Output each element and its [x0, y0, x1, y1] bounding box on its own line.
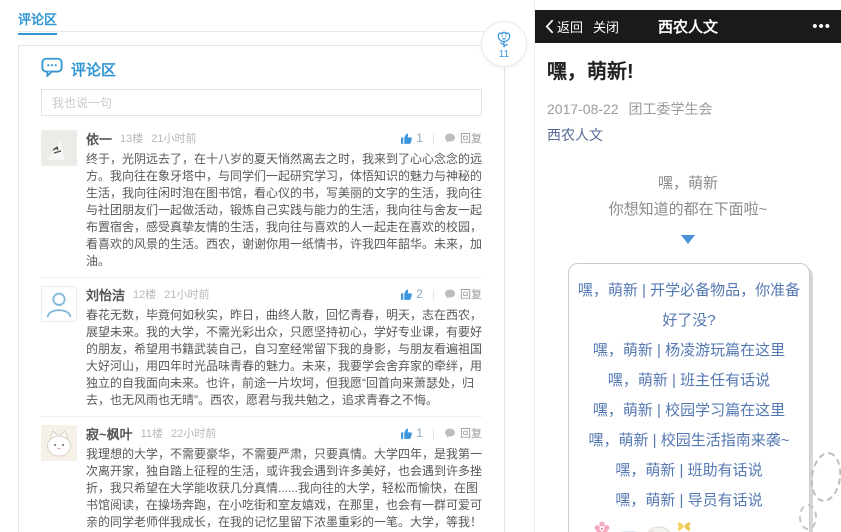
comment-card: 评论区 依一 13楼 21小时前 1	[18, 45, 505, 532]
speech-bubble-icon	[41, 57, 63, 81]
article-intro: 嘿，萌新 你想知道的都在下面啦~	[547, 171, 829, 223]
pink-flower-icon	[594, 521, 610, 532]
comment-floor: 11楼	[140, 428, 164, 440]
reply-bubble-icon	[445, 133, 455, 143]
comment-time: 21小时前	[151, 133, 197, 145]
flower-icon	[497, 31, 511, 47]
avatar	[41, 286, 77, 322]
dashed-doodle-icon	[799, 504, 817, 530]
comment-row: 寂~枫叶 11楼 22小时前 1 | 回复 我理想的大学，不需要豪华，不需要严肃…	[41, 417, 482, 532]
comment-text: 终于，光阴远去了，在十八岁的夏天悄然离去之时，我来到了心心念念的远方。我向往在象…	[86, 152, 483, 268]
thumb-up-icon	[401, 289, 413, 300]
article-link[interactable]: 嘿，萌新 | 杨凌游玩篇在这里	[577, 336, 801, 366]
article-meta: 2017-08-22 团工委学生会	[547, 99, 829, 119]
thumb-up-icon	[401, 133, 413, 144]
comment-text: 春花无数，毕竟何如秋实，昨日，曲终人散，回忆青春，明天，志在西农，展望未来。我的…	[86, 308, 483, 407]
comment-row: 刘怡洁 12楼 21小时前 2 | 回复 春花无数，毕竟何如秋实，昨日，曲终人散…	[41, 278, 482, 417]
nav-close-button[interactable]: 关闭	[593, 17, 619, 36]
article-body: 嘿，萌新! 2017-08-22 团工委学生会 西农人文 嘿，萌新 你想知道的都…	[535, 0, 841, 532]
like-count: 1	[416, 131, 423, 145]
tab-comments[interactable]: 评论区	[18, 9, 58, 35]
like-button[interactable]: 2	[400, 287, 423, 301]
triangle-down-icon	[681, 235, 695, 244]
like-button[interactable]: 1	[400, 131, 423, 145]
thumb-up-icon	[401, 428, 413, 439]
comment-author: 刘怡洁	[86, 287, 126, 303]
badge-count: 11	[498, 48, 510, 60]
comment-time: 22小时前	[171, 428, 217, 440]
account-link[interactable]: 西农人文	[547, 125, 829, 145]
reply-button[interactable]: 回复	[444, 130, 482, 146]
reply-label: 回复	[460, 428, 482, 440]
nav-back-button[interactable]: 返回	[545, 17, 583, 36]
article-link[interactable]: 嘿，萌新 | 校园学习篇在这里	[577, 396, 801, 426]
like-count: 2	[416, 287, 423, 301]
tab-divider	[18, 31, 505, 32]
reply-bubble-icon	[445, 289, 455, 299]
comment-time: 21小时前	[164, 289, 210, 301]
sheep-icon	[648, 526, 670, 532]
comment-row: 依一 13楼 21小时前 1 | 回复 终于，光阴远去了，在十八岁的夏天悄然离去…	[41, 122, 482, 278]
article-link[interactable]: 嘿，萌新 | 校园生活指南来袭~	[577, 426, 801, 456]
reply-label: 回复	[460, 289, 482, 301]
mobile-navbar: 西农人文 返回 关闭 •••	[535, 10, 841, 43]
comment-card-title: 评论区	[71, 61, 117, 79]
article-link[interactable]: 嘿，萌新 | 导员有话说	[577, 486, 801, 516]
comment-author: 依一	[86, 131, 113, 147]
comment-card-header: 评论区	[41, 57, 482, 81]
article-link-box: 嘿，萌新 | 开学必备物品，你准备好了没? 嘿，萌新 | 杨凌游玩篇在这里 嘿，…	[568, 263, 810, 532]
comment-input[interactable]	[41, 89, 482, 116]
like-count: 1	[416, 426, 423, 440]
article-link[interactable]: 嘿，萌新 | 班主任有话说	[577, 366, 801, 396]
comment-author: 寂~枫叶	[86, 426, 133, 442]
flower-like-badge[interactable]: 11	[481, 21, 527, 67]
comment-floor: 13楼	[120, 133, 144, 145]
comment-floor: 12楼	[133, 289, 157, 301]
like-button[interactable]: 1	[400, 426, 423, 440]
decoration-row	[577, 519, 801, 532]
reply-button[interactable]: 回复	[444, 286, 482, 302]
article-author: 团工委学生会	[628, 101, 713, 117]
mobile-article-panel: 西农人文 返回 关闭 ••• 嘿，萌新! 2017-08-22 团工委学生会 西…	[534, 0, 841, 532]
reply-bubble-icon	[445, 428, 455, 438]
article-title: 嘿，萌新!	[547, 61, 634, 83]
reply-label: 回复	[460, 133, 482, 145]
comments-panel: 评论区 评论区 我也说一句 依一 13楼 21小时前 1 | 回复 终于，光阴远…	[0, 0, 516, 532]
article-link[interactable]: 嘿，萌新 | 开学必备物品，你准备好了没?	[577, 276, 801, 336]
back-chevron-icon	[545, 19, 554, 34]
reply-button[interactable]: 回复	[444, 425, 482, 441]
more-menu-icon[interactable]: •••	[812, 18, 831, 35]
avatar	[41, 425, 77, 461]
article-date: 2017-08-22	[547, 101, 619, 117]
article-link[interactable]: 嘿，萌新 | 班助有话说	[577, 456, 801, 486]
avatar	[41, 130, 77, 166]
nav-back-label: 返回	[557, 20, 584, 35]
intro-line-1: 嘿，萌新	[657, 175, 718, 192]
comment-text: 我理想的大学，不需要豪华，不需要严肃，只要真情。大学四年，是我第一次离开家，独自…	[86, 447, 483, 529]
intro-line-2: 你想知道的都在下面啦~	[608, 201, 768, 218]
butterfly-icon	[677, 522, 691, 531]
